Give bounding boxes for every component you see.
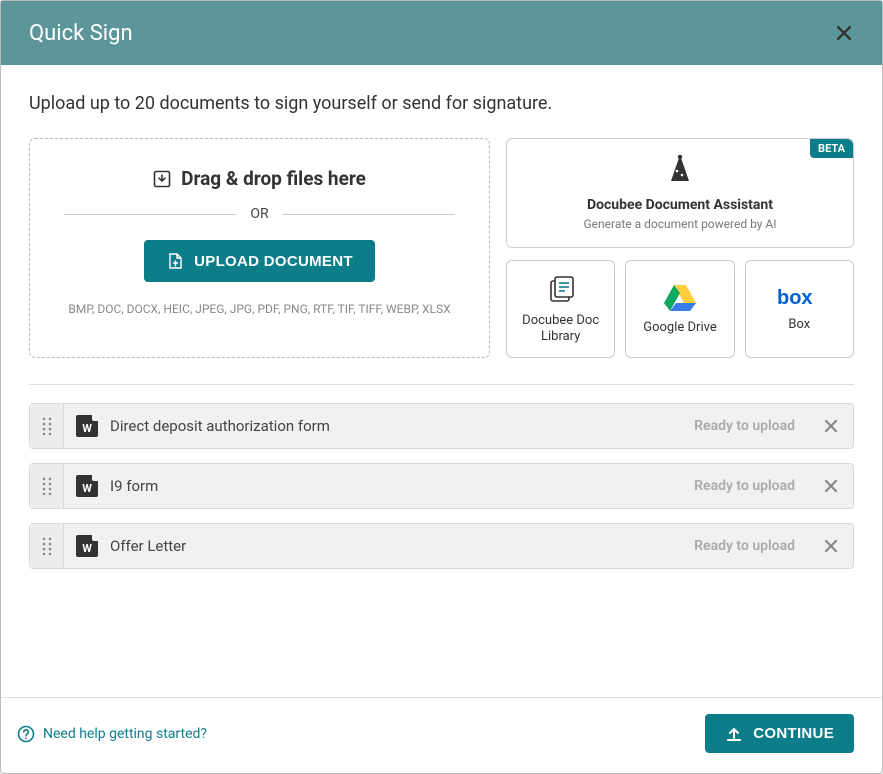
quick-sign-dialog: Quick Sign Upload up to 20 documents to … — [0, 0, 883, 774]
file-list: W Direct deposit authorization form Read… — [29, 403, 854, 569]
drag-handle-icon — [42, 417, 52, 435]
or-text: OR — [250, 206, 268, 222]
dialog-header: Quick Sign — [1, 1, 882, 65]
word-file-icon: W — [76, 475, 98, 497]
ai-card-title: Docubee Document Assistant — [517, 197, 843, 213]
source-label: Google Drive — [643, 320, 716, 336]
source-docubee-library[interactable]: Docubee Doc Library — [506, 260, 615, 358]
file-main: W Direct deposit authorization form — [64, 404, 680, 448]
remove-file-button[interactable] — [809, 464, 853, 508]
file-name: Direct deposit authorization form — [110, 417, 330, 435]
remove-file-button[interactable] — [809, 404, 853, 448]
file-row: W I9 form Ready to upload — [29, 463, 854, 509]
drag-drop-label: Drag & drop files here — [153, 167, 366, 190]
upload-icon — [725, 726, 743, 742]
instruction-text: Upload up to 20 documents to sign yourse… — [29, 93, 854, 114]
close-icon — [823, 478, 839, 494]
continue-button-label: CONTINUE — [753, 725, 834, 742]
source-column: BETA Docubee Document Assistant Generate… — [506, 138, 854, 358]
dialog-title: Quick Sign — [29, 21, 133, 46]
box-icon: box — [777, 285, 821, 309]
file-status: Ready to upload — [680, 464, 809, 508]
dialog-footer: Need help getting started? CONTINUE — [1, 697, 882, 773]
source-row: Docubee Doc Library Google Drive box Box — [506, 260, 854, 358]
source-label: Box — [788, 317, 810, 333]
file-status: Ready to upload — [680, 524, 809, 568]
dropzone[interactable]: Drag & drop files here OR UPLOAD DOCUMEN… — [29, 138, 490, 358]
section-divider — [29, 384, 854, 385]
dialog-content: Upload up to 20 documents to sign yourse… — [1, 65, 882, 697]
drag-text: Drag & drop files here — [181, 167, 366, 190]
word-file-icon: W — [76, 415, 98, 437]
file-main: W Offer Letter — [64, 524, 680, 568]
help-link[interactable]: Need help getting started? — [17, 725, 207, 743]
file-main: W I9 form — [64, 464, 680, 508]
svg-text:box: box — [777, 287, 813, 309]
close-icon — [823, 538, 839, 554]
file-upload-icon — [166, 252, 184, 270]
beta-badge: BETA — [810, 139, 853, 158]
close-button[interactable] — [830, 19, 858, 47]
upload-document-button[interactable]: UPLOAD DOCUMENT — [144, 240, 375, 282]
or-divider: OR — [50, 206, 469, 222]
file-name: Offer Letter — [110, 537, 186, 555]
wizard-icon — [665, 153, 695, 185]
help-link-text: Need help getting started? — [43, 726, 207, 742]
ai-assistant-card[interactable]: BETA Docubee Document Assistant Generate… — [506, 138, 854, 248]
file-row: W Direct deposit authorization form Read… — [29, 403, 854, 449]
drag-handle[interactable] — [30, 404, 64, 448]
upload-button-label: UPLOAD DOCUMENT — [194, 253, 353, 270]
doc-library-icon — [545, 273, 577, 305]
drag-handle-icon — [42, 537, 52, 555]
source-label: Docubee Doc Library — [513, 313, 608, 344]
file-name: I9 form — [110, 477, 158, 495]
continue-button[interactable]: CONTINUE — [705, 714, 854, 753]
accepted-formats: BMP, DOC, DOCX, HEIC, JPEG, JPG, PDF, PN… — [68, 302, 450, 316]
upload-section: Drag & drop files here OR UPLOAD DOCUMEN… — [29, 138, 854, 358]
google-drive-icon — [663, 282, 697, 312]
remove-file-button[interactable] — [809, 524, 853, 568]
drag-handle[interactable] — [30, 464, 64, 508]
ai-card-subtitle: Generate a document powered by AI — [517, 217, 843, 231]
word-file-icon: W — [76, 535, 98, 557]
file-status: Ready to upload — [680, 404, 809, 448]
source-box[interactable]: box Box — [745, 260, 854, 358]
drag-handle[interactable] — [30, 524, 64, 568]
drop-icon — [153, 170, 171, 188]
help-icon — [17, 725, 35, 743]
close-icon — [823, 418, 839, 434]
source-google-drive[interactable]: Google Drive — [625, 260, 734, 358]
drag-handle-icon — [42, 477, 52, 495]
close-icon — [834, 23, 854, 43]
file-row: W Offer Letter Ready to upload — [29, 523, 854, 569]
